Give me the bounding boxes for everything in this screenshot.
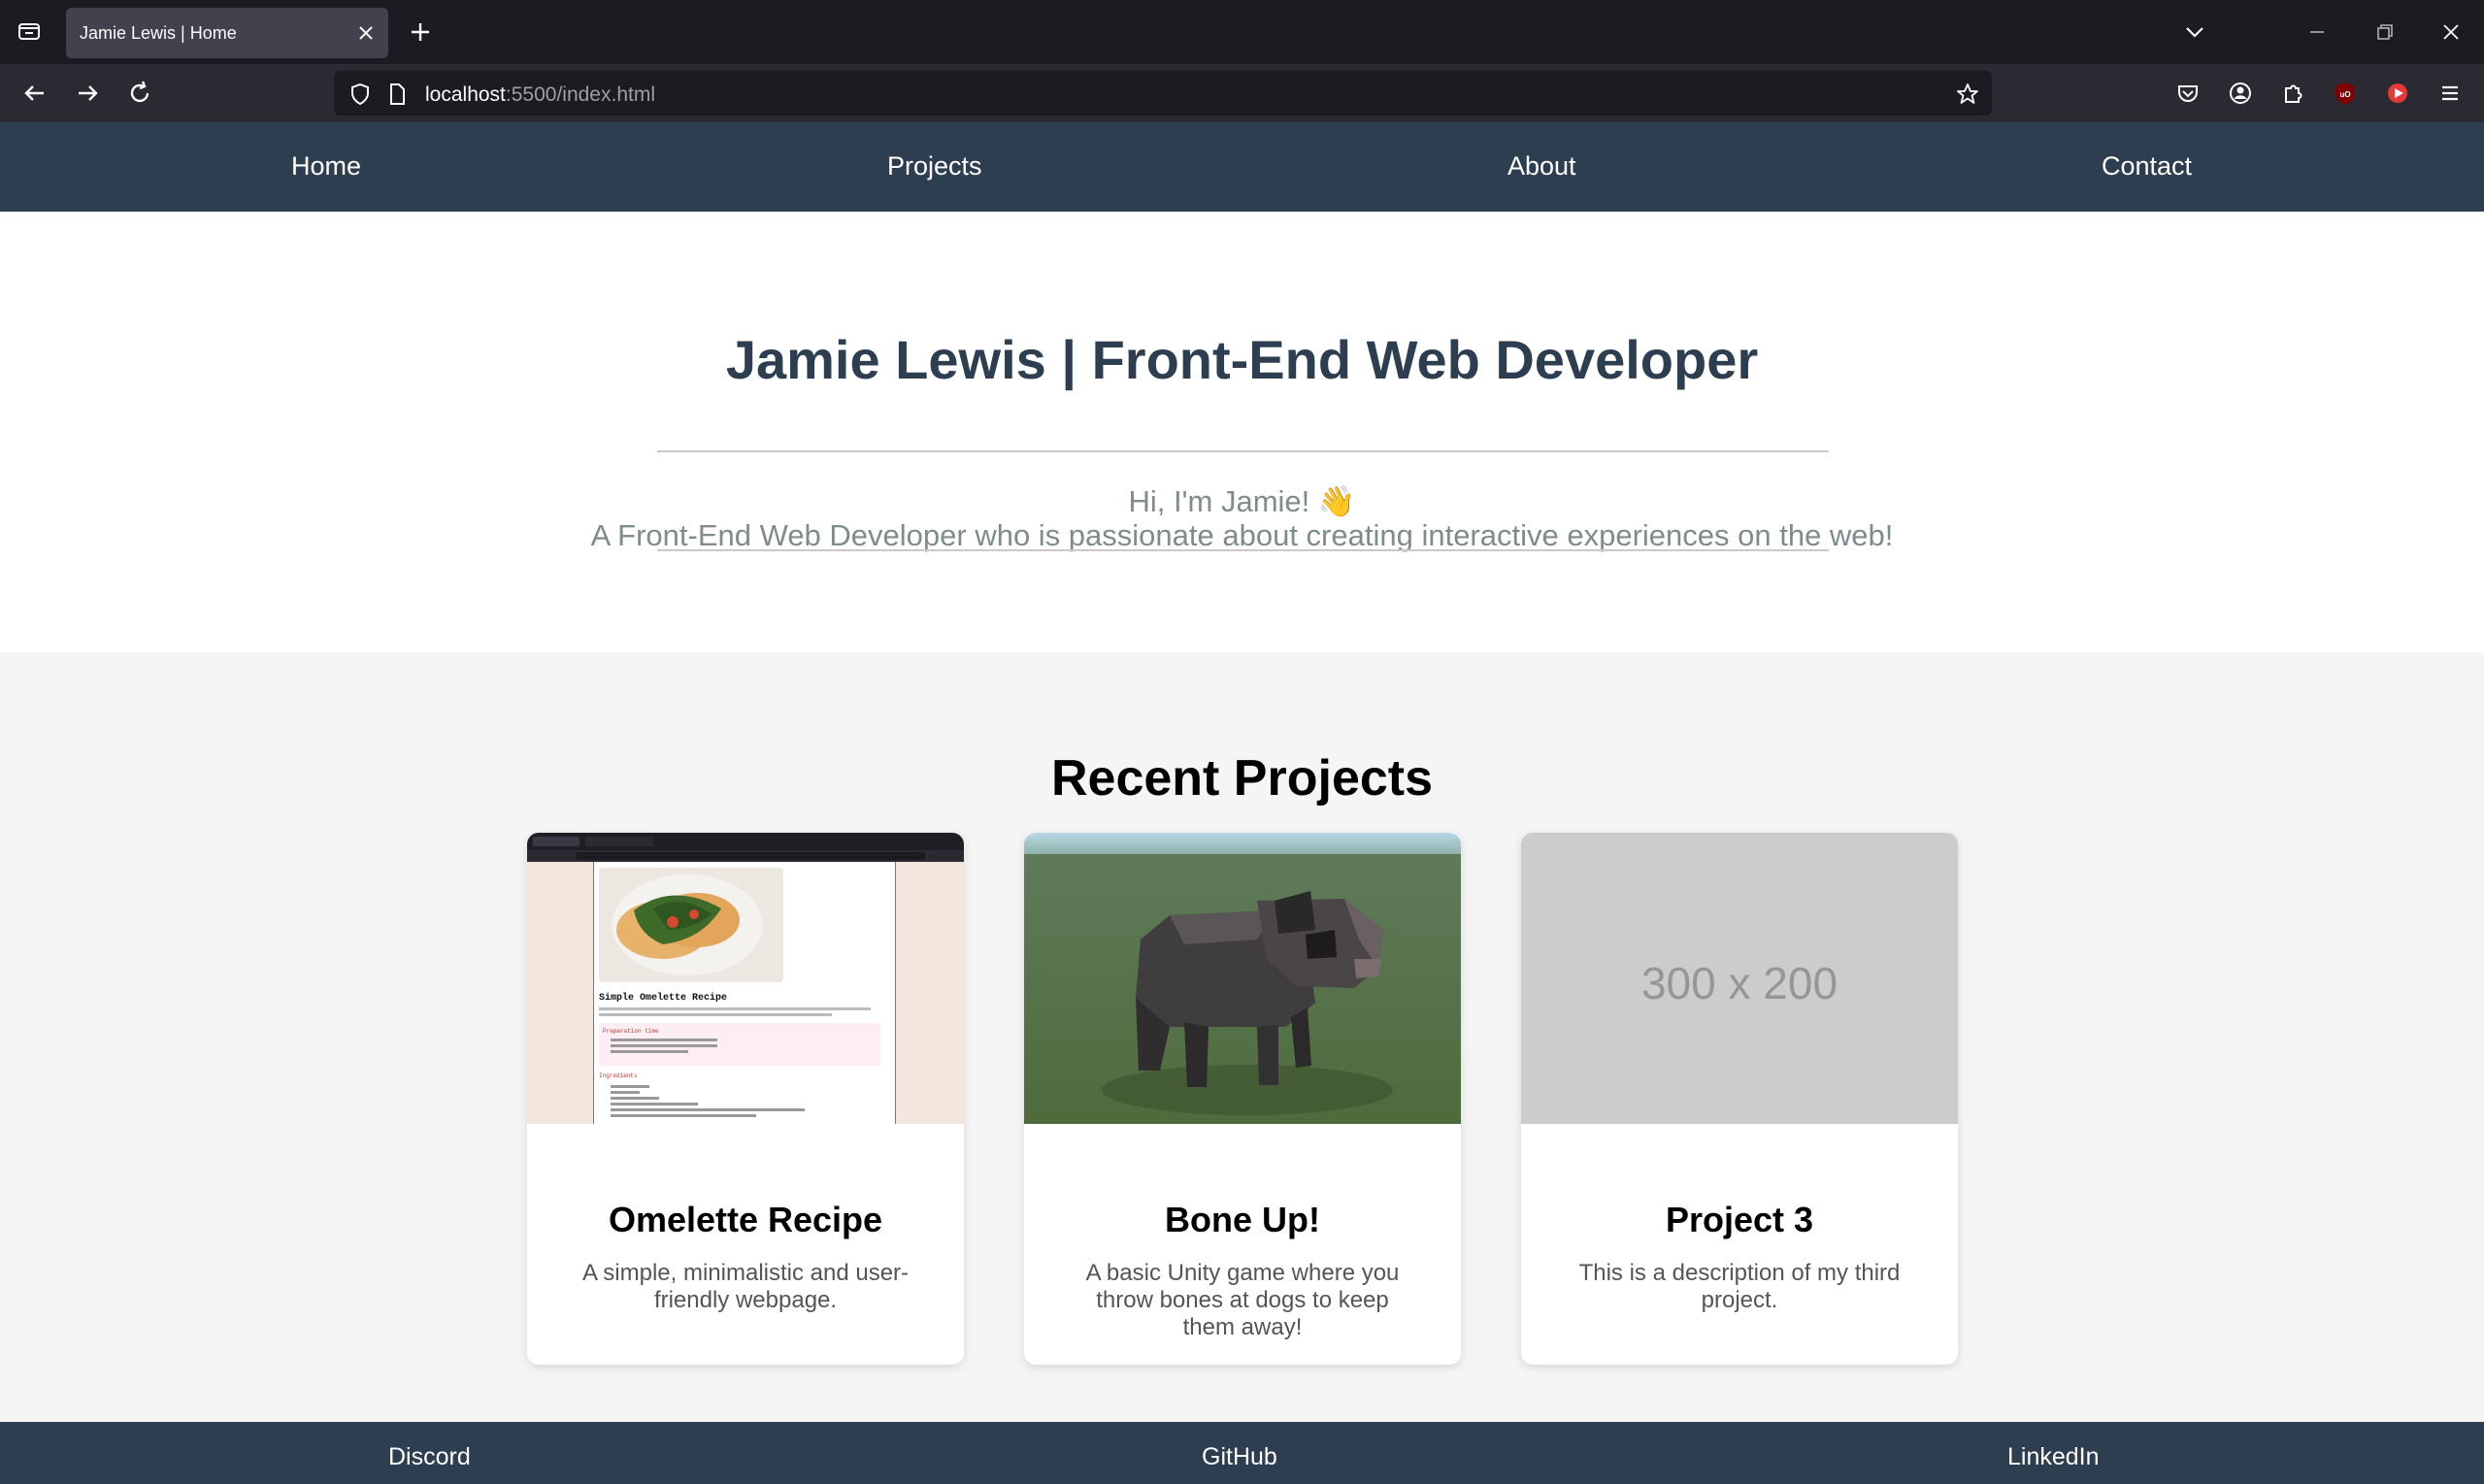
- window-close-icon[interactable]: [2436, 17, 2466, 47]
- tab-title: Jamie Lewis | Home: [80, 23, 237, 43]
- greeting: Hi, I'm Jamie! 👋: [1128, 484, 1356, 518]
- project-description: This is a description of my third projec…: [1578, 1260, 1901, 1313]
- nav-link-home[interactable]: Home: [291, 151, 361, 181]
- project-card[interactable]: 300 x 200 Project 3 This is a descriptio…: [1521, 833, 1958, 1365]
- section-heading: Recent Projects: [1050, 750, 1434, 807]
- footer-link-github[interactable]: GitHub: [1202, 1443, 1277, 1471]
- project-title: Project 3: [1665, 1200, 1814, 1239]
- url-host: localhost: [425, 83, 506, 106]
- tab-bar: Jamie Lewis | Home: [0, 0, 2484, 64]
- web-page: Home Projects About Contact Jamie Lewis …: [0, 122, 2484, 1484]
- url-text: localhost:5500/index.html: [425, 83, 655, 107]
- thumb-recipe-title: Simple Omelette Recipe: [599, 992, 727, 1004]
- project-image-bone-up: [1024, 833, 1461, 1124]
- active-tab[interactable]: Jamie Lewis | Home: [66, 8, 388, 58]
- nav-link-about[interactable]: About: [1507, 151, 1576, 181]
- pocket-icon[interactable]: [2172, 78, 2203, 109]
- project-title: Omelette Recipe: [608, 1200, 883, 1239]
- tab-list-icon[interactable]: [16, 17, 43, 45]
- site-nav: Home Projects About Contact: [0, 122, 2484, 212]
- back-icon[interactable]: [19, 78, 50, 109]
- project-card[interactable]: Simple Omelette Recipe Preparation time …: [527, 833, 964, 1365]
- svg-text:uO: uO: [2339, 90, 2350, 99]
- hero-section: Jamie Lewis | Front-End Web Developer Hi…: [0, 212, 2484, 652]
- url-bar[interactable]: localhost:5500/index.html: [334, 71, 1992, 115]
- extensions-icon[interactable]: [2277, 78, 2308, 109]
- project-description: A basic Unity game where you throw bones…: [1085, 1260, 1400, 1340]
- site-footer: Discord GitHub LinkedIn: [0, 1422, 2484, 1484]
- browser-toolbar: localhost:5500/index.html uO: [0, 64, 2484, 122]
- project-title: Bone Up!: [1165, 1200, 1320, 1239]
- menu-icon[interactable]: [2434, 78, 2466, 109]
- divider: [657, 450, 1829, 452]
- project-image-omelette: Simple Omelette Recipe Preparation time …: [527, 833, 964, 1124]
- chevron-down-icon[interactable]: [2180, 17, 2209, 47]
- tagline: A Front-End Web Developer who is passion…: [590, 518, 1894, 552]
- divider: [657, 549, 1829, 551]
- placeholder-size-label: 300 x 200: [1640, 958, 1838, 1008]
- forward-icon[interactable]: [72, 78, 103, 109]
- reload-icon[interactable]: [124, 78, 155, 109]
- youtube-extension-icon[interactable]: [2382, 78, 2413, 109]
- account-icon[interactable]: [2225, 78, 2256, 109]
- nav-link-contact[interactable]: Contact: [2102, 151, 2192, 181]
- thumb-prep-heading: Preparation time: [603, 1028, 659, 1035]
- new-tab-icon[interactable]: [406, 17, 435, 47]
- ublock-origin-icon[interactable]: uO: [2330, 78, 2361, 109]
- project-description: A simple, minimalistic and user-friendly…: [581, 1260, 910, 1313]
- page-title: Jamie Lewis | Front-End Web Developer: [725, 329, 1759, 390]
- footer-link-linkedin[interactable]: LinkedIn: [2007, 1443, 2100, 1471]
- close-icon[interactable]: [353, 20, 379, 46]
- image-placeholder: 300 x 200: [1521, 833, 1958, 1124]
- projects-section: Recent Projects Simple Omelette Recipe P…: [0, 652, 2484, 1422]
- footer-link-discord[interactable]: Discord: [388, 1443, 471, 1471]
- page-icon[interactable]: [384, 82, 410, 107]
- thumb-ingredients-heading: Ingredients: [599, 1072, 638, 1079]
- project-card[interactable]: Bone Up! A basic Unity game where you th…: [1024, 833, 1461, 1365]
- star-icon[interactable]: [1955, 82, 1980, 107]
- url-path: :5500/index.html: [505, 83, 655, 106]
- restore-icon[interactable]: [2370, 17, 2400, 47]
- shield-icon[interactable]: [348, 82, 373, 107]
- nav-link-projects[interactable]: Projects: [887, 151, 982, 181]
- minimize-icon[interactable]: [2302, 17, 2332, 47]
